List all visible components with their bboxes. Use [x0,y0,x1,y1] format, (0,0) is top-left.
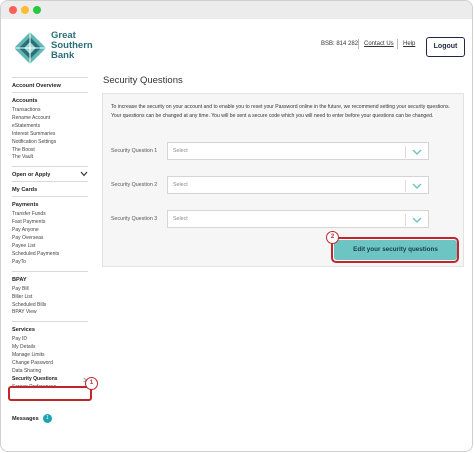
sidebar-item-pay-id[interactable]: Pay ID [12,336,88,344]
question-1-select[interactable]: Select [167,142,429,160]
step-2-badge: 2 [326,231,339,244]
sidebar-item-scheduled-bills[interactable]: Scheduled Bills [12,302,88,310]
open-or-apply-label: Open or Apply [12,172,51,179]
sidebar-item-messages[interactable]: Messages 1 [12,414,52,423]
sidebar-divider [12,92,88,93]
chevron-down-icon [412,217,422,223]
contact-us-link[interactable]: Contact Us [364,41,394,47]
sidebar-item-transactions[interactable]: Transactions [12,107,88,115]
browser-window: Great Southern Bank BSB: 814 282 Contact… [0,0,473,452]
close-window-icon[interactable] [9,6,17,14]
sidebar-item-notification-settings[interactable]: Notification Settings [12,139,88,147]
minimize-window-icon[interactable] [21,6,29,14]
maximize-window-icon[interactable] [33,6,41,14]
bsb-number: BSB: 814 282 [321,41,359,47]
site-header: Great Southern Bank BSB: 814 282 Contact… [1,19,472,71]
sidebar-section-bpay: BPAY [12,276,27,283]
sidebar-item-account-overview[interactable]: Account Overview [12,83,88,89]
sidebar-divider [12,196,88,198]
sidebar-item-fast-payments[interactable]: Fast Payments [12,219,88,227]
highlight-edit-button [331,237,459,263]
sidebar-item-pay-overseas[interactable]: Pay Overseas [12,235,88,243]
security-questions-label: Security Questions [12,375,58,382]
logout-button[interactable]: Logout [426,37,465,57]
sidebar-item-data-sharing[interactable]: Data Sharing [12,368,88,376]
select-divider [405,214,406,226]
sidebar-item-change-password[interactable]: Change Password [12,360,88,368]
header-divider [397,39,398,49]
question-1-value: Select [173,148,188,154]
sidebar-item-interest-summaries[interactable]: Interest Summaries [12,131,88,139]
sidebar-item-open-or-apply[interactable]: Open or Apply [12,167,88,181]
chevron-down-icon [412,183,422,189]
question-2-select[interactable]: Select [167,176,429,194]
chevron-down-icon [412,149,422,155]
sidebar-section-accounts: Accounts [12,98,38,104]
sidebar-item-security-questions[interactable]: Security Questions [12,376,88,384]
question-3-value: Select [173,216,188,222]
messages-label: Messages [12,415,39,422]
header-divider [358,39,359,49]
sidebar-divider [12,270,88,272]
sidebar-divider [12,181,88,183]
select-divider [405,146,406,158]
sidebar-item-my-details[interactable]: My Details [12,344,88,352]
sidebar-item-payto[interactable]: PayTo [12,259,88,267]
step-1-badge: 1 [85,377,98,390]
messages-count-badge: 1 [42,414,52,423]
sidebar-section-payments: Payments [12,202,39,209]
intro-text: To increase the security on your account… [111,104,450,119]
bank-logo-icon[interactable] [13,31,47,65]
sidebar-section-services: Services [12,327,36,334]
highlight-security-questions [8,386,92,401]
chevron-down-icon [80,171,88,177]
sidebar-item-payee-list[interactable]: Payee List [12,243,88,251]
bank-logo-text: Great Southern Bank [51,30,93,61]
question-1-label: Security Question 1 [111,148,158,154]
select-divider [405,180,406,192]
question-2-value: Select [173,182,188,188]
sidebar-item-rename-account[interactable]: Rename Account [12,115,88,123]
sidebar-item-pay-bill[interactable]: Pay Bill [12,286,88,294]
question-2-label: Security Question 2 [111,182,158,188]
sidebar-nav: Account Overview Accounts Transactions R… [12,77,88,392]
sidebar-item-the-boost[interactable]: The Boost [12,147,88,155]
question-3-label: Security Question 3 [111,216,158,222]
help-link[interactable]: Help [403,41,415,47]
sidebar-item-manage-limits[interactable]: Manage Limits [12,352,88,360]
page-title: Security Questions [103,75,183,86]
sidebar-item-the-vault[interactable]: The Vault [12,154,88,162]
question-3-select[interactable]: Select [167,210,429,228]
sidebar-item-my-cards[interactable]: My Cards [12,187,88,193]
sidebar-item-biller-list[interactable]: Biller List [12,294,88,302]
sidebar-item-scheduled-payments[interactable]: Scheduled Payments [12,251,88,259]
sidebar-item-estatements[interactable]: eStatements [12,123,88,131]
sidebar-divider [12,77,88,78]
sidebar-item-transfer-funds[interactable]: Transfer Funds [12,211,88,219]
sidebar-item-bpay-view[interactable]: BPAY View [12,309,88,317]
window-titlebar [1,1,472,20]
sidebar-item-pay-anyone[interactable]: Pay Anyone [12,227,88,235]
sidebar-divider [12,321,88,323]
